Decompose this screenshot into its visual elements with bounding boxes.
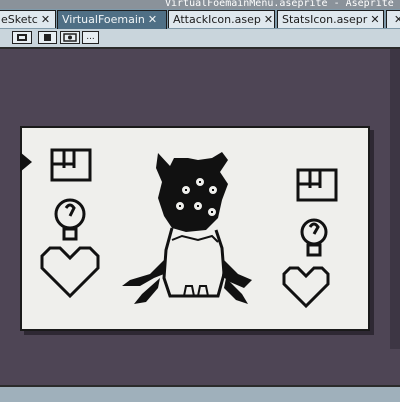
tab-label: VirtualFoemain <box>62 13 145 26</box>
heart-icon <box>40 246 100 299</box>
window-title: VirtualFoemainMenu.aseprite - Aseprite v… <box>165 0 400 9</box>
close-icon[interactable]: ✕ <box>370 13 379 26</box>
layer-button[interactable] <box>38 31 57 44</box>
close-icon[interactable]: ✕ <box>264 13 273 26</box>
tab-more[interactable]: ✕ <box>386 10 400 28</box>
layer-icon <box>44 34 51 41</box>
tab-attackicon[interactable]: AttackIcon.asep ✕ <box>168 10 275 28</box>
tab-virtualfoemain[interactable]: VirtualFoemain ✕ <box>57 10 167 29</box>
tab-label: StatsIcon.asepr <box>282 13 368 26</box>
side-panel-edge <box>390 49 400 349</box>
more-button[interactable]: ... <box>82 31 99 44</box>
frame-icon <box>63 33 77 42</box>
close-icon[interactable]: ✕ <box>394 13 400 26</box>
tab-sketch[interactable]: eSketc ✕ <box>0 10 56 28</box>
sprite-artwork <box>40 148 338 309</box>
cursor-arrow-icon <box>20 152 32 172</box>
tab-bar: eSketc ✕ VirtualFoemain ✕ AttackIcon.asep ✕… <box>0 9 400 29</box>
window-titlebar: VirtualFoemainMenu.aseprite - Aseprite v… <box>0 0 400 9</box>
checker-button[interactable] <box>12 31 32 44</box>
close-icon[interactable]: ✕ <box>148 13 157 26</box>
heart-icon <box>282 266 330 309</box>
toolbar: ... <box>0 29 400 49</box>
tab-label: AttackIcon.asep <box>173 13 261 26</box>
status-bar <box>0 385 400 402</box>
creature-sprite <box>122 152 252 304</box>
lightbulb-icon <box>54 198 86 241</box>
fist-icon <box>50 148 92 182</box>
tab-statsicon[interactable]: StatsIcon.asepr ✕ <box>277 10 384 28</box>
frame-button[interactable] <box>60 31 80 44</box>
checker-icon <box>17 34 27 41</box>
lightbulb-icon <box>300 218 328 257</box>
sprite-canvas[interactable] <box>20 126 370 331</box>
tab-label: eSketc <box>1 13 38 26</box>
close-icon[interactable]: ✕ <box>41 13 50 26</box>
fist-icon <box>296 168 338 202</box>
